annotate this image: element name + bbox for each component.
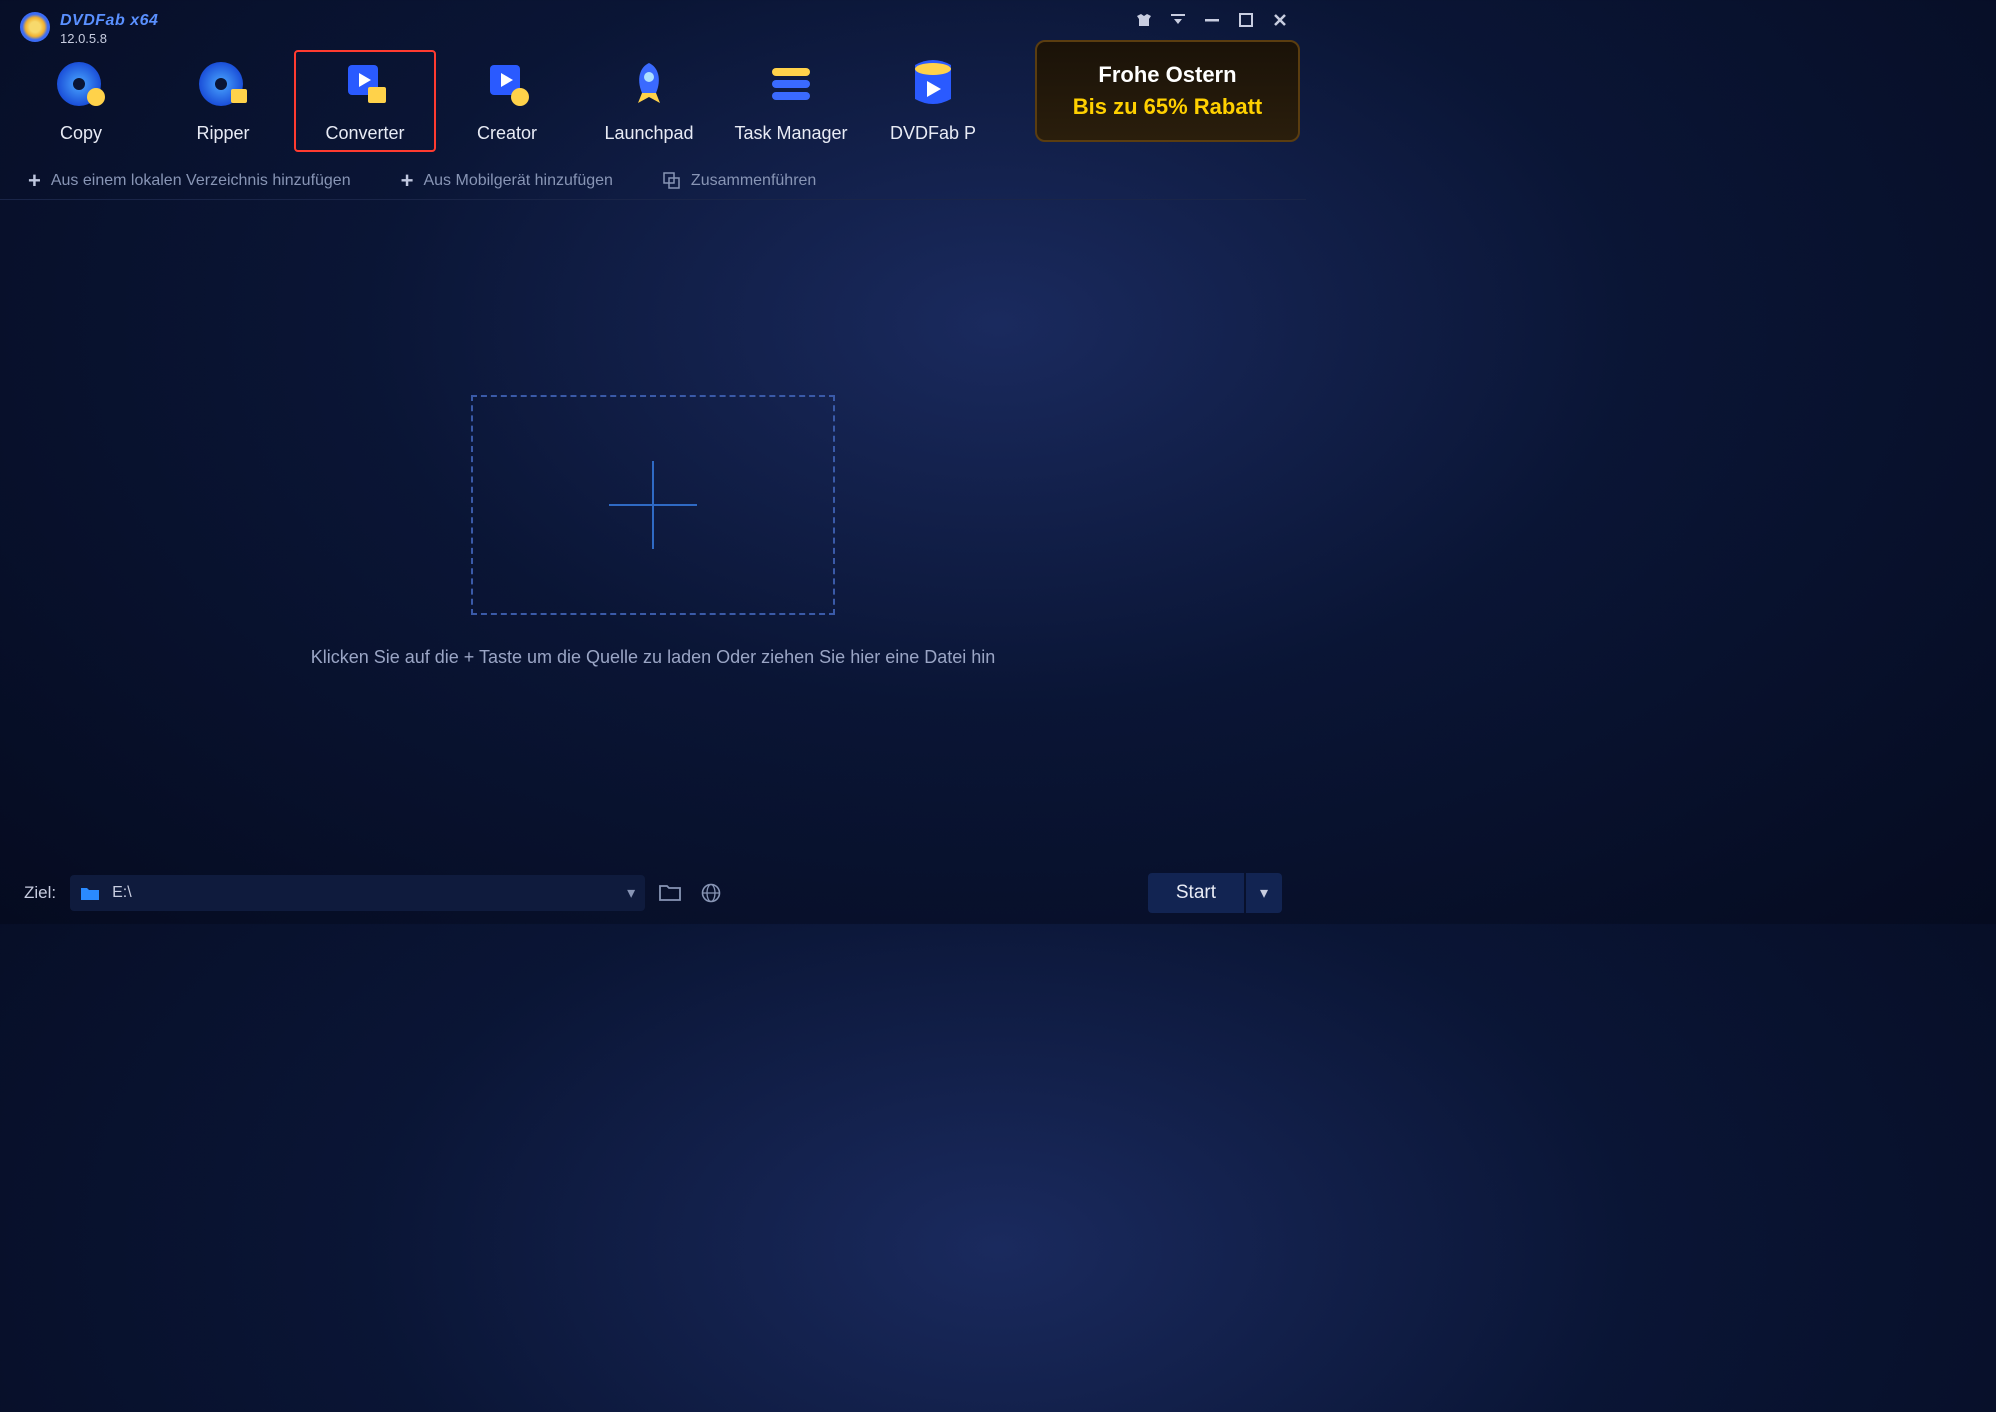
chevron-down-icon: ▾ [627,883,635,903]
disc-ripper-icon [196,59,251,109]
dropzone-hint: Klicken Sie auf die + Taste um die Quell… [311,647,996,668]
tab-creator-label: Creator [477,123,537,144]
action-bar: + Aus einem lokalen Verzeichnis hinzufüg… [0,162,1306,200]
task-manager-icon [764,59,819,109]
tab-creator[interactable]: Creator [436,50,578,152]
plus-large-icon [603,455,703,555]
tab-converter-label: Converter [325,123,404,144]
close-icon[interactable] [1272,12,1288,28]
start-button[interactable]: Start [1148,873,1244,913]
dropzone[interactable] [471,395,835,615]
tab-copy[interactable]: Copy [10,50,152,152]
tab-dvdfab-player-label: DVDFab P [890,123,976,144]
app-title: DVDFab x64 [60,12,158,30]
disc-copy-icon [54,59,109,109]
tab-copy-label: Copy [60,123,102,144]
tab-task-manager[interactable]: Task Manager [720,50,862,152]
chevron-down-icon: ▾ [1260,883,1268,903]
tab-ripper-label: Ripper [196,123,249,144]
maximize-icon[interactable] [1238,12,1254,28]
creator-icon [480,59,535,109]
app-logo-icon [20,12,50,42]
app-arch: x64 [130,12,158,29]
start-dropdown-button[interactable]: ▾ [1246,873,1282,913]
minimize-icon[interactable] [1204,12,1220,28]
player-icon [906,59,961,109]
content-area: Klicken Sie auf die + Taste um die Quell… [0,200,1306,862]
folder-icon [80,885,100,901]
add-mobile-label: Aus Mobilgerät hinzufügen [423,172,612,190]
destination-label: Ziel: [24,883,56,903]
destination-select[interactable]: E:\ ▾ [70,875,645,911]
add-mobile-button[interactable]: + Aus Mobilgerät hinzufügen [401,168,613,194]
merge-icon [663,172,681,190]
tab-launchpad[interactable]: Launchpad [578,50,720,152]
add-local-button[interactable]: + Aus einem lokalen Verzeichnis hinzufüg… [28,168,351,194]
rocket-icon [622,59,677,109]
plus-icon: + [401,168,414,194]
destination-path: E:\ [112,884,615,902]
converter-icon [338,59,393,109]
app-version: 12.0.5.8 [60,32,158,46]
plus-icon: + [28,168,41,194]
merge-label: Zusammenführen [691,172,816,190]
promo-line2: Bis zu 65% Rabatt [1073,94,1263,120]
browse-folder-button[interactable] [659,883,681,903]
promo-line1: Frohe Ostern [1098,62,1236,88]
shirt-icon[interactable] [1136,12,1152,28]
add-local-label: Aus einem lokalen Verzeichnis hinzufügen [51,172,351,190]
tab-dvdfab-player[interactable]: DVDFab P [862,50,1004,152]
app-brand: DVDFab [60,12,125,29]
tab-ripper[interactable]: Ripper [152,50,294,152]
tab-converter[interactable]: Converter [294,50,436,152]
tab-launchpad-label: Launchpad [604,123,693,144]
merge-button[interactable]: Zusammenführen [663,172,816,190]
dropdown-menu-icon[interactable] [1170,12,1186,28]
start-label: Start [1176,882,1216,904]
tab-task-manager-label: Task Manager [734,123,847,144]
web-button[interactable] [701,883,721,903]
promo-banner[interactable]: Frohe Ostern Bis zu 65% Rabatt [1035,40,1300,142]
footer: Ziel: E:\ ▾ Start ▾ [0,862,1306,924]
